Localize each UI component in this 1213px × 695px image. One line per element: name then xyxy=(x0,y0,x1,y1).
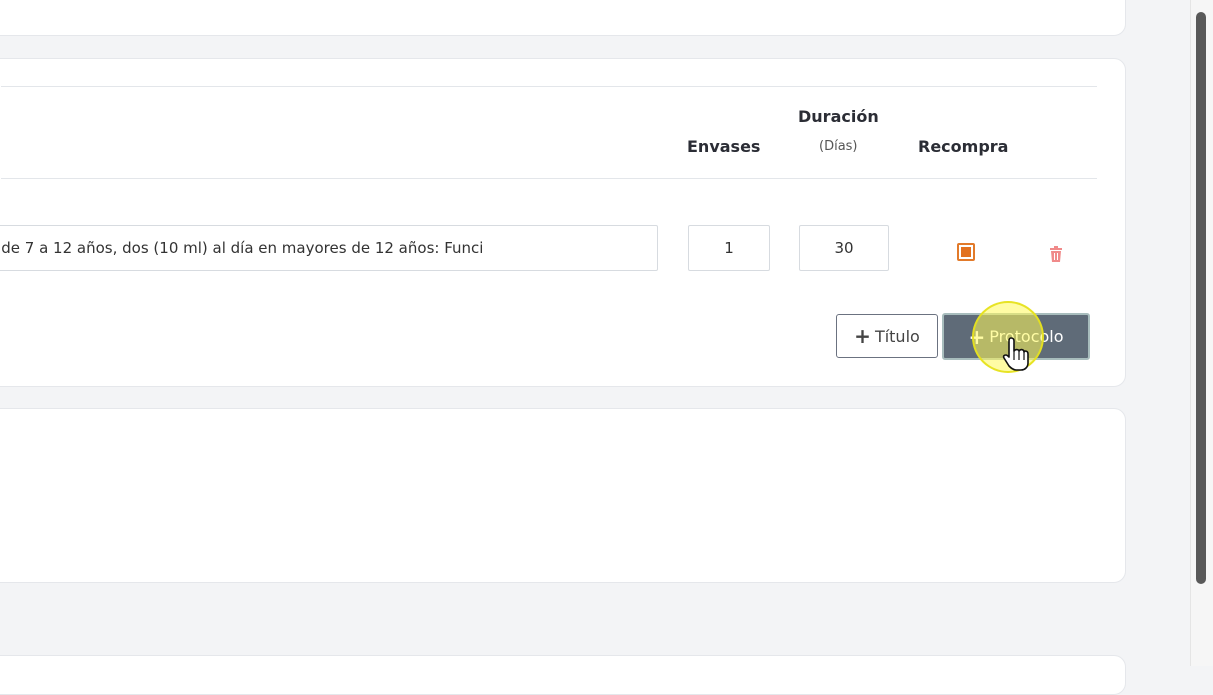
scrollbar-thumb[interactable] xyxy=(1196,12,1206,584)
delete-row-button[interactable] xyxy=(1049,246,1063,262)
next-section-card xyxy=(0,655,1126,695)
add-protocol-label: Protocolo xyxy=(989,327,1064,346)
plus-icon: + xyxy=(854,324,871,348)
table-top-divider xyxy=(1,86,1097,87)
previous-section-card xyxy=(0,0,1126,36)
header-envases: Envases xyxy=(687,137,761,156)
plus-icon: + xyxy=(968,324,986,349)
add-title-label: Título xyxy=(874,326,920,346)
protocol-table-card: Envases Duración (Días) Recompra + Títul… xyxy=(0,58,1126,387)
header-duracion-unit: (Días) xyxy=(819,139,858,154)
protocol-description-input[interactable] xyxy=(0,225,658,271)
empty-section-card xyxy=(0,408,1126,583)
trash-icon xyxy=(1050,246,1062,262)
duracion-input[interactable] xyxy=(799,225,889,271)
header-duracion: Duración xyxy=(798,107,879,126)
recompra-checkbox[interactable] xyxy=(957,243,975,261)
add-protocol-button[interactable]: + Protocolo xyxy=(942,313,1090,360)
header-recompra: Recompra xyxy=(918,137,1009,156)
add-title-button[interactable]: + Título xyxy=(836,314,938,358)
table-header-divider xyxy=(1,178,1097,179)
envases-input[interactable] xyxy=(688,225,770,271)
